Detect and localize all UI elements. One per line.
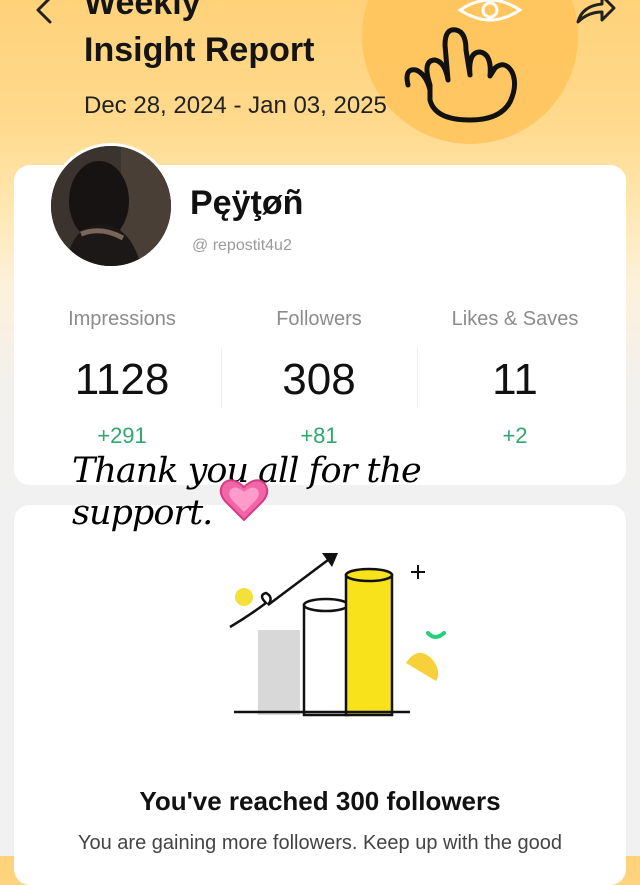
date-range: Dec 28, 2024 - Jan 03, 2025 [84,92,387,119]
milestone-subtitle: You are gaining more followers. Keep up … [77,832,563,854]
stat-delta: +81 [300,423,338,448]
stat-value: 308 [282,355,356,404]
share-arrow-icon[interactable] [572,0,618,28]
avatar-photo [51,146,171,266]
eye-hand-illustration-icon [404,0,523,123]
stat-followers[interactable]: Followers 308 +81 [221,308,417,449]
report-title: Insight Report [84,31,315,69]
report-header: Weekly Insight Report Dec 28, 2024 - Jan… [0,0,640,165]
growth-chart-illustration [229,553,446,717]
stat-value: 11 [492,355,538,404]
milestone-title: You've reached 300 followers [139,786,501,816]
heart-emoji-icon [219,479,269,522]
profile-name: Pęÿţøñ [190,184,304,222]
chevron-left-icon[interactable] [30,0,66,30]
stat-delta: +291 [97,423,147,448]
stat-likes-saves[interactable]: Likes & Saves 11 +2 [417,308,613,449]
stat-impressions[interactable]: Impressions 1128 +291 [24,308,220,449]
stat-label: Likes & Saves [451,308,579,330]
stat-label: Impressions [68,308,176,330]
profile-handle: @ repostit4u2 [192,237,292,254]
avatar[interactable] [48,143,174,269]
stat-value: 1128 [74,355,170,404]
stat-delta: +2 [502,423,528,448]
stat-label: Followers [276,308,362,330]
report-title-line1: Weekly [84,0,201,22]
